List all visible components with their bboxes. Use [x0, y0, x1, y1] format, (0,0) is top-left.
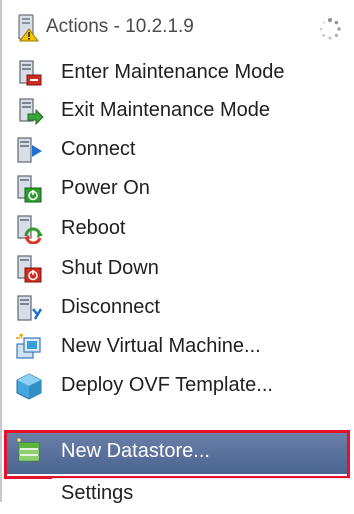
menu-item-shut-down[interactable]: Shut Down	[0, 249, 354, 289]
menu-item-label: Enter Maintenance Mode	[61, 61, 285, 83]
power-on-icon	[17, 175, 42, 203]
connect-host-icon	[17, 137, 42, 163]
menu-item-label: Deploy OVF Template...	[61, 374, 273, 396]
menu-header: Actions - 10.2.1.9	[0, 4, 354, 50]
menu-item-power-on[interactable]: Power On	[0, 169, 354, 209]
menu-title: Actions - 10.2.1.9	[46, 16, 194, 37]
menu-item-label: Shut Down	[61, 257, 159, 279]
disconnect-host-icon	[17, 295, 43, 321]
exit-maintenance-mode-icon	[19, 98, 44, 126]
shut-down-icon	[17, 255, 42, 283]
menu-item-label: Power On	[61, 177, 150, 199]
actions-context-menu: Actions - 10.2.1.9 Enter Maintenance Mod…	[0, 0, 354, 504]
menu-item-label: New Virtual Machine...	[61, 335, 261, 357]
menu-item-deploy-ovf-template[interactable]: Deploy OVF Template...	[0, 366, 354, 406]
menu-item-label: Disconnect	[61, 296, 160, 318]
menu-item-disconnect[interactable]: Disconnect	[0, 288, 354, 328]
host-warning-icon	[18, 14, 39, 42]
menu-item-label: Connect	[61, 138, 136, 160]
menu-item-label: Exit Maintenance Mode	[61, 99, 271, 121]
annotation-red-outline	[4, 430, 350, 479]
new-virtual-machine-icon	[16, 333, 41, 359]
spinner-icon	[319, 18, 341, 40]
menu-item-settings[interactable]: Settings	[0, 474, 354, 514]
enter-maintenance-mode-icon	[19, 60, 42, 86]
reboot-icon	[17, 215, 43, 244]
menu-item-connect[interactable]: Connect	[0, 130, 354, 170]
menu-item-label: Reboot	[61, 217, 126, 239]
menu-item-new-virtual-machine[interactable]: New Virtual Machine...	[0, 327, 354, 367]
menu-item-exit-maintenance-mode[interactable]: Exit Maintenance Mode	[0, 91, 354, 131]
deploy-ovf-template-icon	[16, 373, 42, 400]
menu-item-enter-maintenance-mode[interactable]: Enter Maintenance Mode	[0, 53, 354, 93]
menu-item-reboot[interactable]: Reboot	[0, 209, 354, 249]
